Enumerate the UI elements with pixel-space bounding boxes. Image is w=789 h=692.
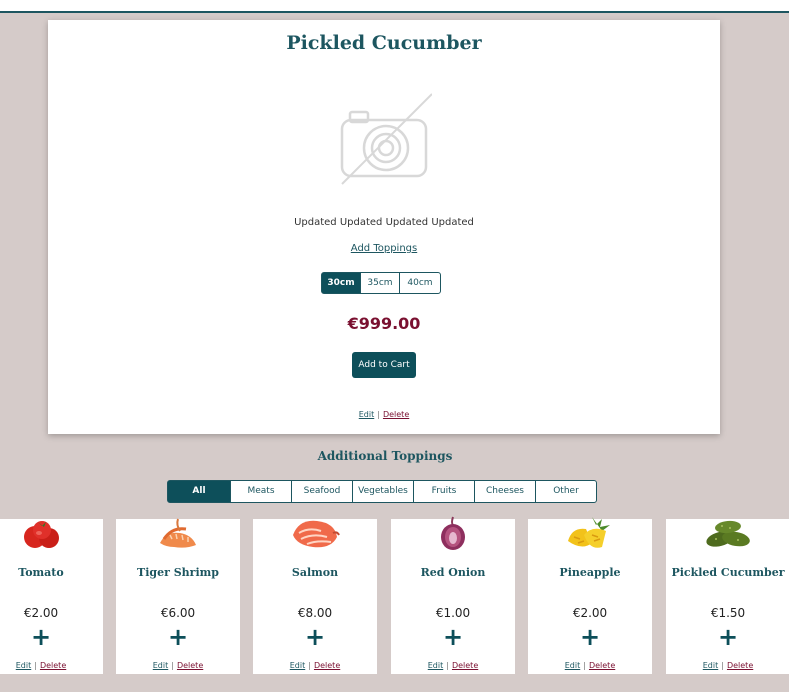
- delete-link[interactable]: Delete: [177, 661, 203, 670]
- topping-price: €2.00: [572, 606, 608, 620]
- top-bar: [0, 0, 789, 13]
- topping-name: Salmon: [291, 566, 339, 579]
- topping-price: €2.00: [23, 606, 59, 620]
- topping-actions: Edit | Delete: [253, 661, 377, 670]
- topping-price: €1.00: [435, 606, 471, 620]
- topping-card-tomato: Tomato €2.00 + Edit | Delete: [0, 519, 103, 674]
- edit-link[interactable]: Edit: [565, 661, 581, 670]
- edit-link[interactable]: Edit: [153, 661, 169, 670]
- edit-link[interactable]: Edit: [428, 661, 444, 670]
- delete-link[interactable]: Delete: [314, 661, 340, 670]
- topping-actions: Edit | Delete: [391, 661, 515, 670]
- topping-name: Pickled Cucumber: [671, 566, 785, 579]
- camera-off-icon: [340, 93, 432, 185]
- separator: |: [377, 410, 380, 419]
- add-topping-button[interactable]: +: [666, 623, 789, 651]
- pickles-image: [706, 520, 750, 547]
- product-description: Updated Updated Updated Updated: [294, 217, 474, 228]
- topping-actions: Edit | Delete: [0, 661, 103, 670]
- topping-filter-tabs: All Meats Seafood Vegetables Fruits Chee…: [167, 480, 597, 503]
- topping-price: €6.00: [160, 606, 196, 620]
- product-price: €999.00: [347, 314, 421, 333]
- topping-card-red-onion: Red Onion €1.00 + Edit | Delete: [391, 516, 515, 674]
- add-topping-button[interactable]: +: [116, 623, 240, 651]
- add-topping-button[interactable]: +: [0, 623, 103, 651]
- shrimp-image: [160, 518, 196, 548]
- delete-link[interactable]: Delete: [727, 661, 753, 670]
- filter-tab-all[interactable]: All: [167, 480, 231, 503]
- red-onion-image: [441, 516, 465, 550]
- add-toppings-link[interactable]: Add Toppings: [48, 243, 720, 254]
- separator: |: [171, 661, 174, 670]
- filter-tab-other[interactable]: Other: [535, 480, 597, 503]
- topping-actions: Edit | Delete: [666, 661, 789, 670]
- product-title: Pickled Cucumber: [286, 32, 482, 54]
- delete-link[interactable]: Delete: [40, 661, 66, 670]
- topping-price: €1.50: [710, 606, 746, 620]
- delete-link[interactable]: Delete: [452, 661, 478, 670]
- topping-name: Pineapple: [559, 566, 621, 579]
- size-option-35cm[interactable]: 35cm: [360, 272, 400, 294]
- pineapple-image: [568, 517, 610, 548]
- separator: |: [308, 661, 311, 670]
- edit-link[interactable]: Edit: [16, 661, 32, 670]
- filter-tab-cheeses[interactable]: Cheeses: [474, 480, 536, 503]
- tomato-image: [24, 521, 59, 548]
- separator: |: [34, 661, 37, 670]
- topping-card-pickled-cucumber: Pickled Cucumber €1.50 + Edit | Delete: [666, 519, 789, 674]
- filter-tab-vegetables[interactable]: Vegetables: [352, 480, 414, 503]
- topping-card-tiger-shrimp: Tiger Shrimp €6.00 + Edit | Delete: [116, 518, 240, 674]
- product-card: Pickled Cucumber Updated Updated Updated…: [48, 20, 720, 434]
- salmon-image: [293, 520, 340, 548]
- topping-actions: Edit | Delete: [116, 661, 240, 670]
- topping-card-salmon: Salmon €8.00 + Edit | Delete: [253, 519, 377, 674]
- add-topping-button[interactable]: +: [253, 623, 377, 651]
- size-selector: 30cm 35cm 40cm: [321, 272, 441, 294]
- topping-card-pineapple: Pineapple €2.00 + Edit | Delete: [528, 517, 652, 674]
- edit-link[interactable]: Edit: [290, 661, 306, 670]
- delete-link[interactable]: Delete: [383, 410, 409, 419]
- add-to-cart-button[interactable]: Add to Cart: [352, 352, 416, 378]
- add-topping-button[interactable]: +: [391, 623, 515, 651]
- topping-price: €8.00: [297, 606, 333, 620]
- size-option-30cm[interactable]: 30cm: [321, 272, 361, 294]
- topping-name: Red Onion: [420, 566, 486, 579]
- separator: |: [721, 661, 724, 670]
- edit-link[interactable]: Edit: [703, 661, 719, 670]
- filter-tab-seafood[interactable]: Seafood: [291, 480, 353, 503]
- delete-link[interactable]: Delete: [589, 661, 615, 670]
- size-option-40cm[interactable]: 40cm: [399, 272, 441, 294]
- edit-link[interactable]: Edit: [359, 410, 375, 419]
- additional-toppings-title: Additional Toppings: [317, 449, 453, 463]
- add-topping-button[interactable]: +: [528, 623, 652, 651]
- topping-name: Tomato: [18, 566, 64, 579]
- filter-tab-fruits[interactable]: Fruits: [413, 480, 475, 503]
- topping-name: Tiger Shrimp: [137, 566, 219, 579]
- product-actions: Edit | Delete: [48, 410, 720, 419]
- separator: |: [583, 661, 586, 670]
- topping-actions: Edit | Delete: [528, 661, 652, 670]
- filter-tab-meats[interactable]: Meats: [230, 480, 292, 503]
- separator: |: [446, 661, 449, 670]
